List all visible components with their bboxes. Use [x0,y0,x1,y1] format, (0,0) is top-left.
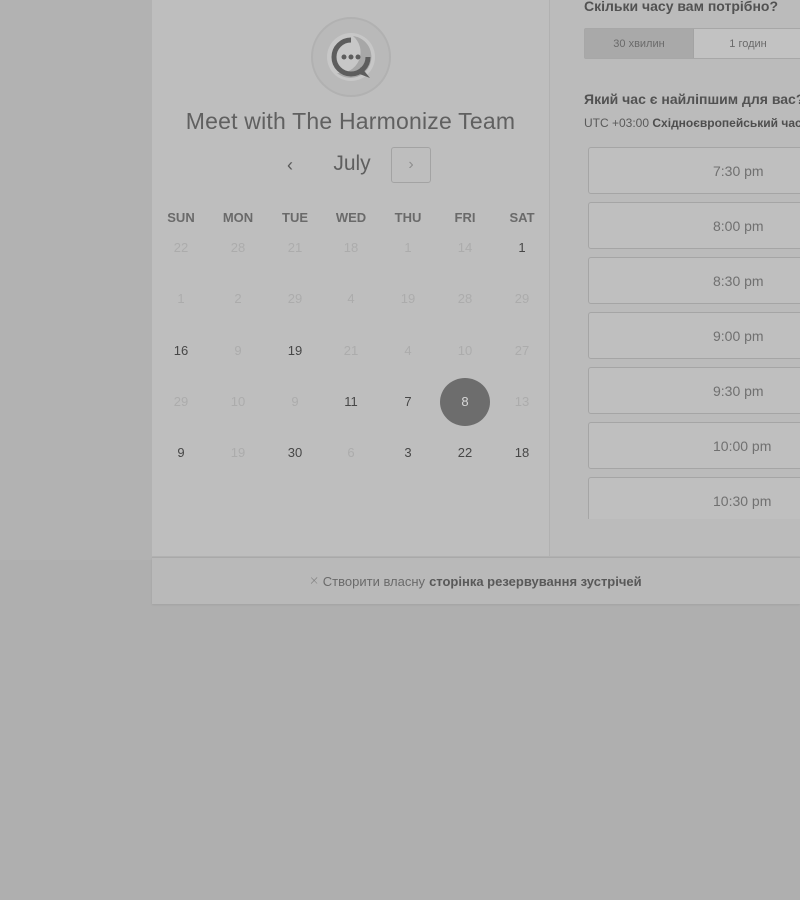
timezone-name: Східноєвропейський час [652,116,800,130]
calendar-day: 1 [404,240,412,255]
calendar-day[interactable]: 9 [156,441,206,465]
footer-bold-link: сторінка резервування зустрічей [429,573,642,589]
time-slot-label: 10:30 pm [713,492,772,509]
calendar-day[interactable]: 7 [383,390,433,414]
team-avatar [311,17,391,97]
time-selection-panel: Скільки часу вам потрібно? 30 хвилин 1 г… [550,0,800,556]
calendar-day: 4 [404,343,412,358]
calendar-day: 18 [343,240,359,255]
calendar-day[interactable]: 19 [270,339,320,363]
time-slot-button[interactable]: 8:30 pm [588,257,800,304]
calendar-day: 22 [173,240,189,255]
footer-bar: 🞨 Створити власну сторінка резервування з… [152,557,800,604]
chevron-left-icon: ‹ [287,154,293,175]
time-slot-button[interactable]: 10:00 pm [588,422,800,469]
month-navigation: ‹ July › [152,146,549,186]
footer-link[interactable]: Створити власну сторінка резервування зус… [323,574,642,589]
calendar-day: 21 [343,343,359,358]
calendar-day[interactable]: 3 [383,441,433,465]
calendar-day[interactable]: 22 [440,441,490,465]
duration-option-30min[interactable]: 30 хвилин [585,29,694,58]
selected-day[interactable]: 8 [440,378,490,426]
calendar-day: 21 [287,240,303,255]
calendar-day: 9 [291,394,299,409]
weekday-sun: SUN [167,210,195,225]
calendar-day: 19 [230,445,246,460]
weekday-sat: SAT [509,210,535,225]
calendar-day: 2 [234,291,242,306]
meeting-title: Meet with The Harmonize Team [185,108,516,134]
footer-prefix: Створити власну [322,573,426,589]
calendar-panel: Meet with The Harmonize Team ‹ July › SU… [152,0,550,556]
duration-toggle: 30 хвилин 1 годин [584,28,800,59]
weekday-tue: TUE [282,210,308,225]
time-slot-label: 9:00 pm [713,327,764,344]
previous-month-button[interactable]: ‹ [275,150,305,180]
calendar-day: 6 [347,445,355,460]
calendar-day: 28 [230,240,246,255]
calendar-day: 28 [457,291,473,306]
weekday-header-row: SUN MON TUE WED THU FRI SAT [152,210,549,228]
next-month-button[interactable]: › [391,147,431,183]
time-slot-button[interactable]: 8:00 pm [588,202,800,249]
duration-option-1hour[interactable]: 1 годин [694,29,800,58]
calendar-day[interactable]: 11 [326,390,376,414]
weekday-mon: MON [222,210,254,225]
calendar-grid: 22 28 21 18 1 14 1 1 2 29 4 19 28 29 16 9 19 21 4 10 27 29 10 9… [152,232,549,492]
month-label: July [333,152,371,175]
weekday-fri: FRI [454,210,476,225]
time-slot-label: 7:30 pm [713,162,764,179]
calendar-day: 4 [347,291,355,306]
calendar-day[interactable]: 1 [497,236,547,260]
duration-question: Скільки часу вам потрібно? [584,0,779,14]
weekday-thu: THU [394,210,422,225]
calendar-day: 27 [514,343,530,358]
time-slot-label: 8:30 pm [713,272,764,289]
time-slot-button[interactable]: 7:30 pm [588,147,800,194]
calendar-day[interactable]: 30 [270,441,320,465]
time-slot-list[interactable]: 7:30 pm 8:00 pm 8:30 pm 9:00 pm 9:30 pm 10:00… [588,147,800,519]
hubspot-sprocket-icon: 🞨 [310,573,318,588]
calendar-day: 9 [234,343,242,358]
time-slot-button[interactable]: 9:00 pm [588,312,800,359]
chat-bubble-icon [327,33,375,81]
calendar-day: 1 [177,291,185,306]
calendar-day: 10 [230,394,246,409]
calendar-day[interactable]: 16 [156,339,206,363]
time-slot-button[interactable]: 9:30 pm [588,367,800,414]
calendar-day: 29 [287,291,303,306]
time-question: Який час є найліпшим для вас? [584,91,800,107]
calendar-day: 10 [457,343,473,358]
calendar-day[interactable]: 18 [497,441,547,465]
time-slot-label: 8:00 pm [713,217,764,234]
time-slot-label: 10:00 pm [713,437,772,454]
time-slot-button[interactable]: 10:30 pm [588,477,800,519]
time-slot-label: 9:30 pm [713,382,764,399]
calendar-day: 14 [457,240,473,255]
calendar-day: 13 [514,394,530,409]
calendar-day: 29 [173,394,189,409]
weekday-wed: WED [335,210,367,225]
calendar-day: 29 [514,291,530,306]
timezone-offset: UTC +03:00 [584,116,650,130]
chevron-right-icon: › [408,156,414,173]
timezone-label[interactable]: UTC +03:00 Східноєвропейський час [584,116,800,130]
calendar-day: 19 [400,291,416,306]
